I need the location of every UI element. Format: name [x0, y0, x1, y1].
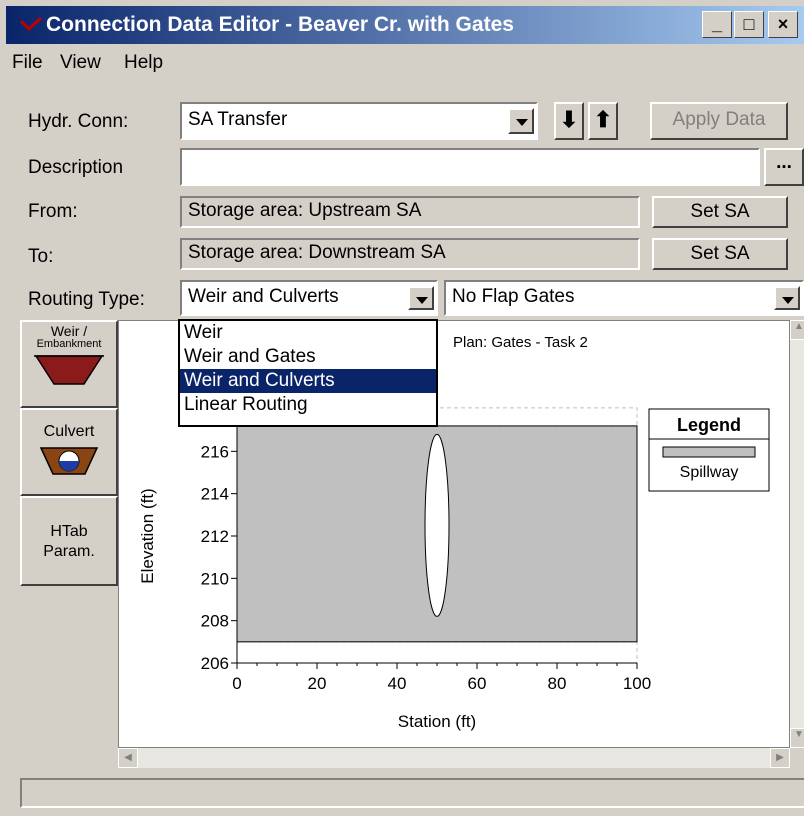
routing-type-dropdown-list[interactable]: Weir Weir and Gates Weir and Culverts Linea… — [178, 319, 438, 427]
tab-htab-line2: Param. — [43, 543, 95, 560]
to-value: Storage area: Downstream SA — [188, 242, 446, 263]
scroll-left-button[interactable]: ◀ — [118, 748, 138, 768]
routing-option-weir[interactable]: Weir — [180, 321, 436, 345]
from-value: Storage area: Upstream SA — [188, 200, 422, 221]
chart-plan-label: Plan: Gates - Task 2 — [453, 334, 588, 351]
flap-gates-select[interactable]: No Flap Gates — [444, 280, 804, 316]
y-tick-label: 212 — [201, 527, 229, 546]
tab-htab-line1: HTab — [50, 523, 88, 540]
routing-option-weir-and-culverts[interactable]: Weir and Culverts — [180, 369, 436, 393]
culvert-opening — [424, 433, 450, 617]
x-tick-label: 20 — [308, 674, 327, 693]
y-tick-label: 214 — [201, 485, 229, 504]
x-tick-label: 80 — [548, 674, 567, 693]
move-up-button[interactable]: ⬆ — [588, 102, 618, 140]
apply-data-button[interactable]: Apply Data — [650, 102, 788, 140]
weir-embankment-icon — [34, 355, 104, 385]
legend-swatch-spillway — [662, 446, 756, 458]
plot-vertical-scrollbar[interactable]: ▲ ▼ — [790, 320, 804, 748]
description-input[interactable] — [180, 148, 760, 186]
chevron-down-icon[interactable] — [408, 286, 434, 310]
legend-entry-spillway: Spillway — [680, 464, 739, 481]
hec-ras-app-icon — [20, 17, 42, 32]
set-sa-from-button[interactable]: Set SA — [652, 196, 788, 228]
lower-hatch-band — [236, 641, 638, 664]
hydr-conn-label: Hydr. Conn: — [28, 111, 129, 132]
connection-data-editor-window: Connection Data Editor - Beaver Cr. with… — [0, 0, 804, 816]
to-label: To: — [28, 246, 54, 267]
scroll-down-button[interactable]: ▼ — [790, 728, 804, 748]
x-tick-label: 40 — [388, 674, 407, 693]
y-tick-label: 210 — [201, 569, 229, 588]
from-label: From: — [28, 201, 78, 222]
y-tick-label: 216 — [201, 442, 229, 461]
tab-htab-param[interactable]: HTab Param. — [20, 496, 118, 586]
status-bar — [20, 778, 804, 808]
hydr-conn-value: SA Transfer — [188, 109, 288, 130]
routing-option-weir-and-gates[interactable]: Weir and Gates — [180, 345, 436, 369]
menu-view[interactable]: View — [60, 52, 101, 74]
chevron-down-icon[interactable] — [508, 108, 534, 134]
from-storage-area-display: Storage area: Upstream SA — [180, 196, 640, 228]
move-down-button[interactable]: ⬇ — [554, 102, 584, 140]
tab-culvert[interactable]: Culvert — [20, 408, 118, 496]
y-tick-label: 206 — [201, 654, 229, 673]
scroll-right-button[interactable]: ▶ — [770, 748, 790, 768]
routing-type-label: Routing Type: — [28, 289, 145, 310]
culvert-icon — [39, 447, 99, 475]
window-title: Connection Data Editor - Beaver Cr. with… — [46, 13, 514, 36]
set-sa-to-button[interactable]: Set SA — [652, 238, 788, 270]
scroll-up-button[interactable]: ▲ — [790, 320, 804, 340]
chevron-down-icon[interactable] — [774, 286, 800, 310]
routing-type-value: Weir and Culverts — [188, 286, 339, 307]
description-ellipsis-button[interactable]: ... — [764, 148, 804, 186]
hydr-conn-select[interactable]: SA Transfer — [180, 102, 538, 140]
menu-help[interactable]: Help — [124, 52, 163, 74]
legend-title: Legend — [677, 415, 741, 435]
maximize-button[interactable]: □ — [734, 11, 764, 38]
title-bar: Connection Data Editor - Beaver Cr. with… — [6, 6, 804, 44]
x-tick-label: 0 — [232, 674, 241, 693]
x-tick-label: 100 — [623, 674, 651, 693]
tab-weir-line2: Embankment — [36, 338, 102, 350]
description-label: Description — [28, 157, 124, 178]
to-storage-area-display: Storage area: Downstream SA — [180, 238, 640, 270]
tab-weir-line1: Weir / — [50, 323, 88, 339]
tab-weir-embankment[interactable]: Weir / Embankment — [20, 320, 118, 408]
tab-culvert-label: Culvert — [43, 423, 95, 440]
menu-file[interactable]: File — [12, 52, 43, 74]
plot-horizontal-scrollbar[interactable]: ◀ ▶ — [118, 748, 790, 768]
x-tick-label: 60 — [468, 674, 487, 693]
y-tick-label: 208 — [201, 612, 229, 631]
minimize-button[interactable]: _ — [702, 11, 732, 38]
routing-option-linear-routing[interactable]: Linear Routing — [180, 393, 436, 417]
close-button[interactable]: × — [768, 11, 798, 38]
menu-bar: File View Help — [0, 44, 804, 84]
flap-gates-value: No Flap Gates — [452, 286, 575, 307]
routing-type-select[interactable]: Weir and Culverts — [180, 280, 438, 316]
x-axis-title: Station (ft) — [398, 712, 476, 731]
y-axis-title: Elevation (ft) — [138, 488, 157, 583]
